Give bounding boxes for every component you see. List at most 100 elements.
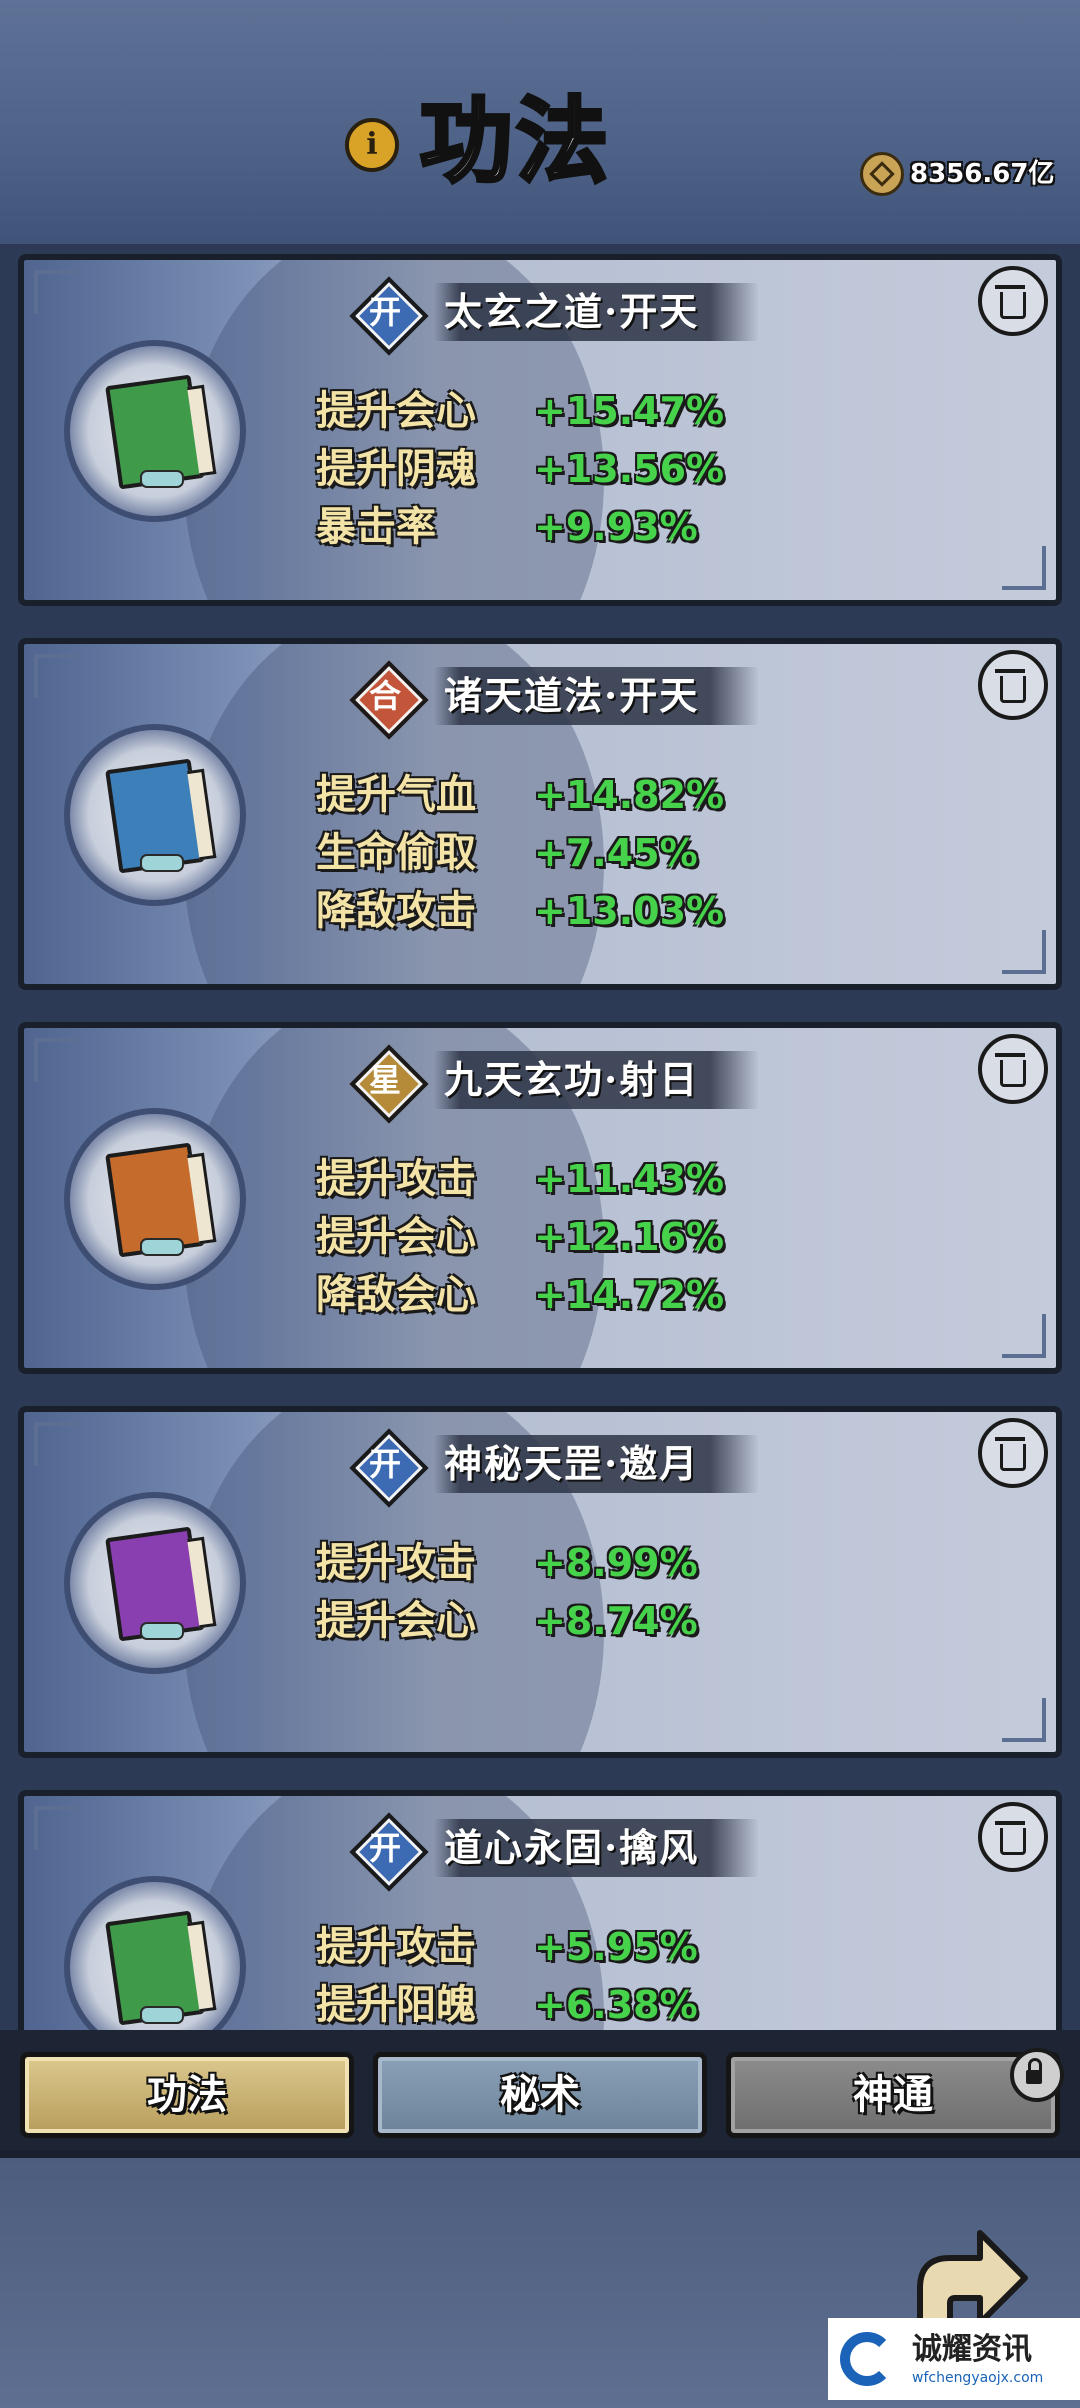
watermark-logo-icon: [834, 2324, 904, 2394]
skill-name: 九天玄功·射日: [444, 1057, 700, 1102]
currency-display: 8356.67亿: [860, 150, 1054, 198]
skill-name: 太玄之道·开天: [444, 289, 700, 334]
skill-list[interactable]: 开 太玄之道·开天 提升会心 +15.47% 提升阴魂 +13.56% 暴击率 …: [0, 250, 1080, 2030]
corner-ornament: [34, 270, 78, 314]
stat-value: +8.99%: [534, 1541, 698, 1585]
stat-label: 提升会心: [316, 1213, 476, 1260]
stat-row: 提升会心 +8.74%: [316, 1592, 698, 1650]
stat-label: 提升攻击: [316, 1923, 476, 1970]
stat-value: +13.56%: [534, 447, 725, 491]
stat-label: 生命偷取: [316, 829, 476, 876]
grade-badge: 合: [349, 660, 429, 740]
grade-badge: 开: [349, 1812, 429, 1892]
stat-row: 降敌攻击 +13.03%: [316, 882, 724, 940]
stat-label: 降敌会心: [316, 1271, 476, 1318]
stat-value: +8.74%: [534, 1599, 698, 1643]
stat-row: 提升攻击 +11.43%: [316, 1150, 724, 1208]
stat-value: +12.16%: [534, 1215, 725, 1259]
corner-ornament: [1002, 1698, 1046, 1742]
skill-title: 开 道心永固·擒风: [349, 1812, 760, 1892]
ribbon-icon: [140, 854, 184, 872]
stat-row: 提升攻击 +8.99%: [316, 1534, 698, 1592]
stat-value: +14.72%: [534, 1273, 725, 1317]
stat-row: 生命偷取 +7.45%: [316, 824, 724, 882]
stat-row: 提升气血 +14.82%: [316, 766, 724, 824]
stat-row: 提升会心 +15.47%: [316, 382, 724, 440]
skill-card[interactable]: 星 九天玄功·射日 提升攻击 +11.43% 提升会心 +12.16% 降敌会心…: [18, 1022, 1062, 1374]
book-icon-frame[interactable]: [64, 724, 246, 906]
trash-icon[interactable]: [978, 650, 1048, 720]
stat-value: +5.95%: [534, 1925, 698, 1969]
grade-badge: 开: [349, 1428, 429, 1508]
tab-bar: 功法 秘术 神通: [0, 2030, 1080, 2150]
lock-icon: [1010, 2048, 1064, 2102]
stat-label: 降敌攻击: [316, 887, 476, 934]
grade-badge: 星: [349, 1044, 429, 1124]
grade-badge-text: 开: [368, 1445, 401, 1483]
ribbon-icon: [140, 2006, 184, 2024]
trash-icon[interactable]: [978, 266, 1048, 336]
stat-row: 提升会心 +12.16%: [316, 1208, 724, 1266]
corner-ornament: [1002, 930, 1046, 974]
corner-ornament: [34, 1422, 78, 1466]
corner-ornament: [34, 1806, 78, 1850]
info-icon[interactable]: i: [345, 118, 399, 172]
book-icon-frame[interactable]: [64, 1108, 246, 1290]
skill-title: 合 诸天道法·开天: [349, 660, 760, 740]
stat-label: 提升阳魄: [316, 1981, 476, 2028]
grade-badge-text: 开: [368, 293, 401, 331]
watermark-text: 诚耀资讯: [912, 2332, 1032, 2367]
skill-name: 道心永固·擒风: [444, 1825, 700, 1870]
stat-label: 提升会心: [316, 387, 476, 434]
skill-card[interactable]: 开 神秘天罡·邀月 提升攻击 +8.99% 提升会心 +8.74%: [18, 1406, 1062, 1758]
stat-label: 提升气血: [316, 771, 476, 818]
currency-amount: 8356.67亿: [910, 159, 1055, 189]
stat-row: 提升阳魄 +6.38%: [316, 1976, 698, 2030]
trash-icon[interactable]: [978, 1418, 1048, 1488]
skill-card[interactable]: 合 诸天道法·开天 提升气血 +14.82% 生命偷取 +7.45% 降敌攻击 …: [18, 638, 1062, 990]
skill-name: 神秘天罡·邀月: [444, 1441, 700, 1486]
grade-badge: 开: [349, 276, 429, 356]
header-bar: i 功法 8356.67亿: [0, 0, 1080, 260]
stat-label: 提升攻击: [316, 1539, 476, 1586]
tab-mishu[interactable]: 秘术: [373, 2052, 707, 2138]
skill-name: 诸天道法·开天: [444, 673, 700, 718]
stat-value: +11.43%: [534, 1157, 725, 1201]
trash-icon[interactable]: [978, 1034, 1048, 1104]
book-icon-frame[interactable]: [64, 340, 246, 522]
grade-badge-text: 星: [368, 1061, 401, 1099]
tab-shentong[interactable]: 神通: [726, 2052, 1060, 2138]
watermark: 诚耀资讯 wfchengyaojx.com: [828, 2318, 1080, 2400]
ribbon-icon: [140, 1622, 184, 1640]
skill-card[interactable]: 开 道心永固·擒风 提升攻击 +5.95% 提升阳魄 +6.38%: [18, 1790, 1062, 2030]
stat-row: 提升阴魂 +13.56%: [316, 440, 724, 498]
stat-list: 提升攻击 +8.99% 提升会心 +8.74%: [316, 1534, 698, 1650]
tab-gongfa[interactable]: 功法: [20, 2052, 354, 2138]
trash-icon[interactable]: [978, 1802, 1048, 1872]
stat-value: +7.45%: [534, 831, 698, 875]
stat-label: 暴击率: [316, 503, 436, 550]
skill-card[interactable]: 开 太玄之道·开天 提升会心 +15.47% 提升阴魂 +13.56% 暴击率 …: [18, 254, 1062, 606]
stat-list: 提升攻击 +11.43% 提升会心 +12.16% 降敌会心 +14.72%: [316, 1150, 724, 1324]
watermark-url: wfchengyaojx.com: [912, 2370, 1044, 2386]
stat-value: +9.93%: [534, 505, 698, 549]
corner-ornament: [1002, 1314, 1046, 1358]
stat-list: 提升攻击 +5.95% 提升阳魄 +6.38%: [316, 1918, 698, 2030]
page-title: 功法: [418, 85, 613, 197]
stat-row: 提升攻击 +5.95%: [316, 1918, 698, 1976]
stat-value: +6.38%: [534, 1983, 698, 2027]
corner-ornament: [34, 1038, 78, 1082]
grade-badge-text: 开: [368, 1829, 401, 1867]
skill-title: 星 九天玄功·射日: [349, 1044, 760, 1124]
stat-row: 降敌会心 +14.72%: [316, 1266, 724, 1324]
stat-value: +13.03%: [534, 889, 725, 933]
corner-ornament: [34, 654, 78, 698]
ribbon-icon: [140, 470, 184, 488]
stat-value: +14.82%: [534, 773, 725, 817]
stat-label: 提升会心: [316, 1597, 476, 1644]
book-icon-frame[interactable]: [64, 1492, 246, 1674]
stat-list: 提升会心 +15.47% 提升阴魂 +13.56% 暴击率 +9.93%: [316, 382, 724, 556]
grade-badge-text: 合: [368, 677, 401, 715]
skill-title: 开 太玄之道·开天: [349, 276, 760, 356]
corner-ornament: [1002, 546, 1046, 590]
